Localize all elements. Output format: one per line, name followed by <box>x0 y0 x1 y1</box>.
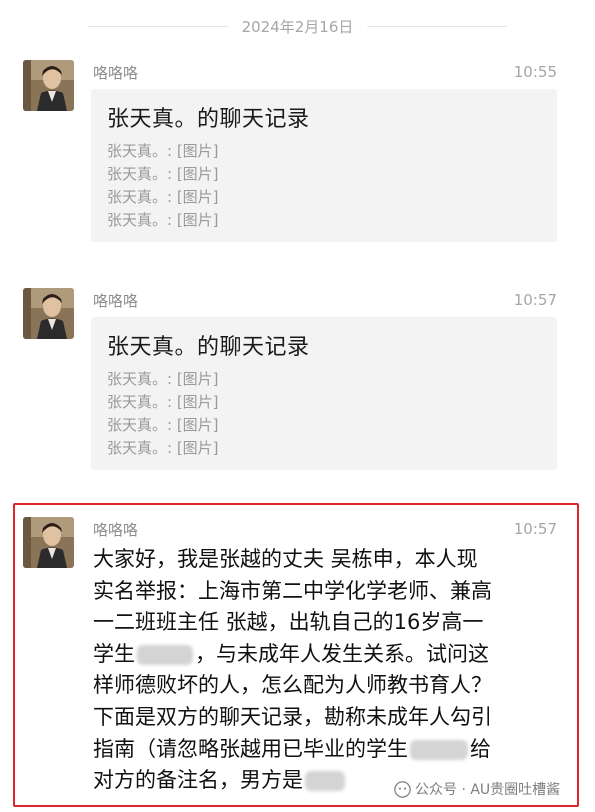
text-segment: 给 <box>470 736 491 761</box>
redacted-blur <box>410 739 468 760</box>
date-label: 2024年2月16日 <box>241 17 354 36</box>
message-text-line: 样师德败坏的人，怎么配为人师教书育人？ <box>93 673 492 698</box>
text-segment: 学生 <box>93 641 135 666</box>
message-time: 10:57 <box>513 520 557 538</box>
date-divider: 2024年2月16日 <box>0 14 595 38</box>
card-line: 张天真。: [图片] <box>107 188 219 206</box>
message-text-line: 实名举报：上海市第二中学化学老师、兼高 <box>93 578 492 603</box>
message-text-line: 下面是双方的聊天记录，勘称未成年人勾引 <box>93 704 492 729</box>
card-line: 张天真。: [图片] <box>107 416 219 434</box>
card-line: 张天真。: [图片] <box>107 211 219 229</box>
message-text-line: 一二班班主任 张越，出轨自己的16岁高一 <box>93 610 484 635</box>
card-title: 张天真。的聊天记录 <box>107 335 310 360</box>
redacted-blur <box>137 644 193 665</box>
wechat-official-icon <box>394 780 411 798</box>
message-text-line: 学生 ，与未成年人发生关系。试问这 <box>93 639 563 671</box>
chat-record-card[interactable]: 张天真。的聊天记录 张天真。: [图片] 张天真。: [图片] 张天真。: [图… <box>91 89 557 242</box>
sender-name: 咯咯咯 <box>93 521 139 539</box>
text-segment: ，与未成年人发生关系。试问这 <box>195 641 489 666</box>
card-line: 张天真。: [图片] <box>107 370 219 388</box>
redacted-blur <box>305 771 345 792</box>
card-line: 张天真。: [图片] <box>107 393 219 411</box>
divider-line-left <box>87 25 228 27</box>
avatar[interactable] <box>23 288 74 339</box>
card-title: 张天真。的聊天记录 <box>107 107 310 132</box>
card-line: 张天真。: [图片] <box>107 165 219 183</box>
message-time: 10:55 <box>513 63 557 81</box>
card-line: 张天真。: [图片] <box>107 142 219 160</box>
sender-name: 咯咯咯 <box>93 64 139 82</box>
message-text-line: 指南（请忽略张越用已毕业的学生 给 <box>93 734 563 766</box>
sender-name: 咯咯咯 <box>93 292 139 310</box>
divider-line-right <box>367 25 508 27</box>
chat-record-card[interactable]: 张天真。的聊天记录 张天真。: [图片] 张天真。: [图片] 张天真。: [图… <box>91 317 557 470</box>
message-text: 大家好，我是张越的丈夫 吴栋申，本人现 实名举报：上海市第二中学化学老师、兼高 … <box>93 544 563 797</box>
message-text-line: 大家好，我是张越的丈夫 吴栋申，本人现 <box>93 547 478 571</box>
avatar[interactable] <box>23 517 74 568</box>
text-segment: 对方的备注名，男方是 <box>93 768 303 793</box>
message-time: 10:57 <box>513 291 557 309</box>
avatar[interactable] <box>23 60 74 111</box>
card-line: 张天真。: [图片] <box>107 439 219 457</box>
watermark: 公众号 · AU贵圈吐槽酱 <box>394 779 560 799</box>
text-segment: 指南（请忽略张越用已毕业的学生 <box>93 736 408 761</box>
watermark-text: 公众号 · AU贵圈吐槽酱 <box>415 782 561 798</box>
